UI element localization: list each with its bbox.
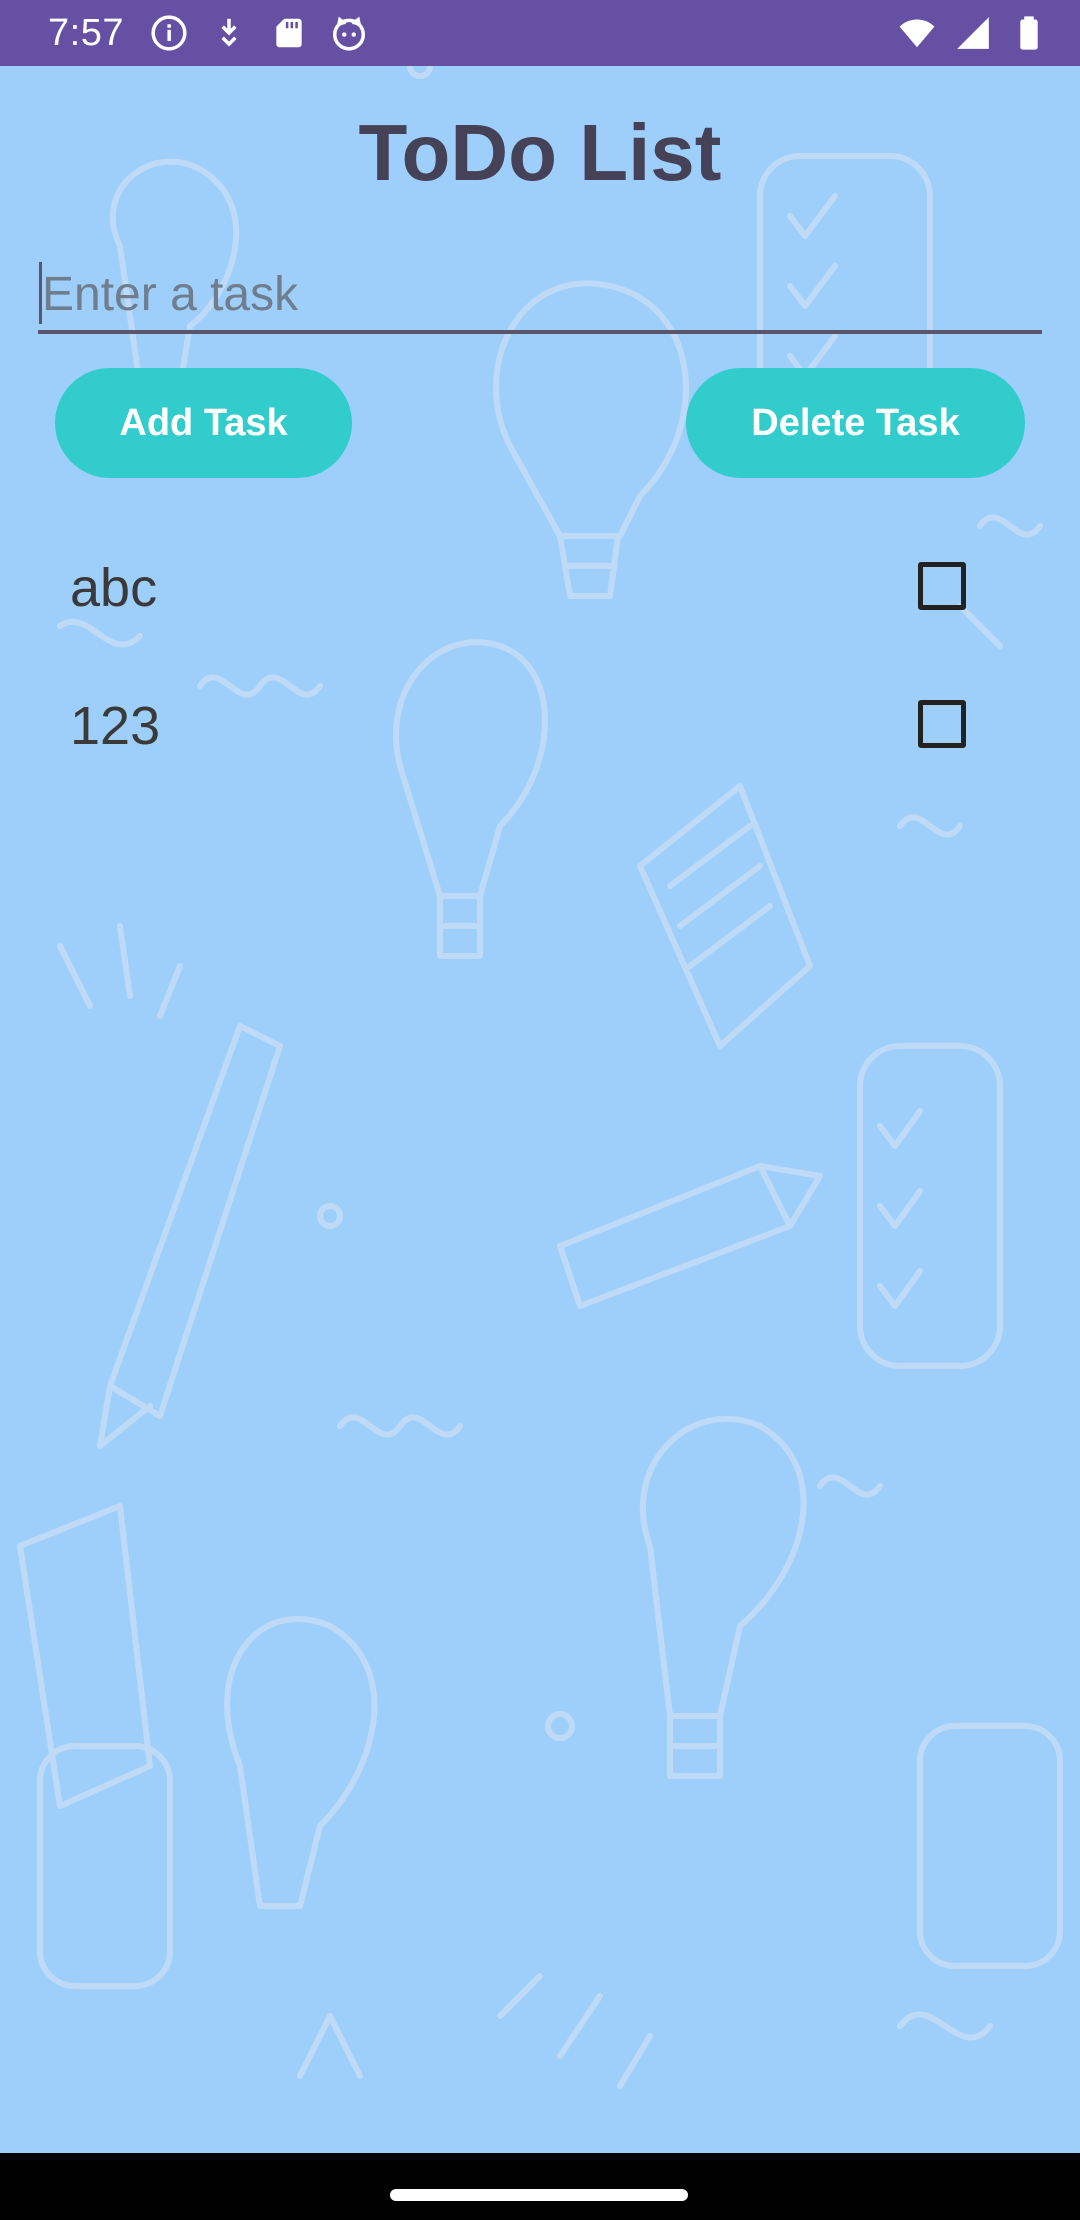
status-time: 7:57 <box>48 12 124 54</box>
wifi-icon <box>899 19 935 48</box>
navigation-bar <box>0 2153 1080 2220</box>
task-list: abc 123 <box>0 520 1080 796</box>
task-checkbox[interactable] <box>918 700 966 748</box>
add-task-button[interactable]: Add Task <box>55 368 352 478</box>
task-item: 123 <box>0 658 1080 796</box>
task-label: 123 <box>70 696 161 756</box>
sd-card-icon <box>276 18 302 48</box>
text-cursor <box>39 262 42 324</box>
page-title: ToDo List <box>358 108 722 197</box>
task-input[interactable] <box>38 258 1042 334</box>
download-icon <box>221 18 237 47</box>
signal-icon <box>957 17 989 49</box>
task-item: abc <box>0 520 1080 658</box>
task-checkbox[interactable] <box>918 562 966 610</box>
status-icons-right <box>898 13 1048 53</box>
status-bar: 7:57 <box>0 0 1080 66</box>
delete-task-button[interactable]: Delete Task <box>686 368 1025 478</box>
info-icon <box>151 15 187 51</box>
status-icons-left <box>150 14 368 52</box>
task-label: abc <box>70 558 158 618</box>
cat-face-icon <box>333 16 365 51</box>
battery-icon <box>1020 16 1038 50</box>
home-gesture-handle[interactable] <box>390 2189 688 2201</box>
